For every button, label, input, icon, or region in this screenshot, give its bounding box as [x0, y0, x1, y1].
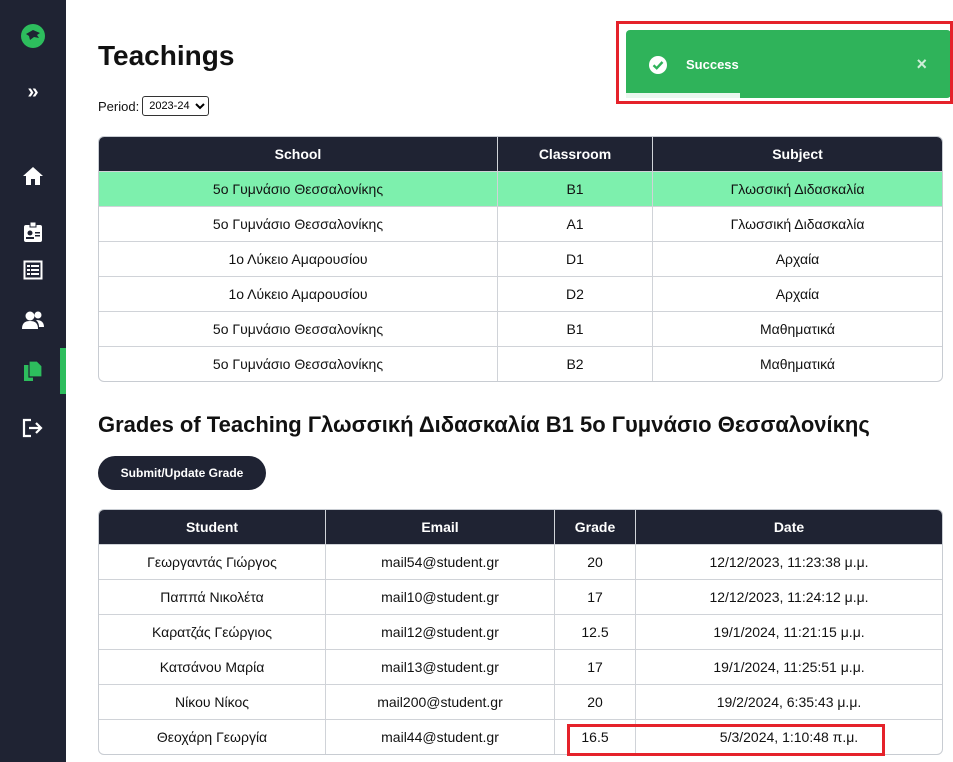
cell-date: 19/1/2024, 11:25:51 μ.μ. [635, 649, 942, 685]
cell-grade: 17 [554, 579, 636, 615]
highlight-box-new-grade [567, 724, 885, 756]
cell-subject: Μαθηματικά [652, 346, 942, 381]
home-icon[interactable] [0, 156, 66, 196]
cell-school: 5ο Γυμνάσιο Θεσσαλονίκης [99, 311, 498, 347]
teachings-table: School Classroom Subject 5ο Γυμνάσιο Θεσ… [98, 136, 943, 382]
table-row[interactable]: Παππά Νικολέτα mail10@student.gr 17 12/1… [99, 579, 942, 615]
cell-school: 1ο Λύκειο Αμαρουσίου [99, 276, 498, 312]
table-header-row: Student Email Grade Date [99, 510, 942, 545]
users-icon[interactable] [0, 300, 66, 340]
main-content: Teachings Period: 2023-24 School Classro… [98, 0, 943, 762]
cell-subject: Αρχαία [652, 241, 942, 277]
table-row[interactable]: Νίκου Νίκος mail200@student.gr 20 19/2/2… [99, 684, 942, 720]
table-row[interactable]: 1ο Λύκειο Αμαρουσίου D1 Αρχαία [99, 241, 942, 277]
cell-subject: Γλωσσική Διδασκαλία [652, 171, 942, 207]
cell-subject: Γλωσσική Διδασκαλία [652, 206, 942, 242]
cell-classroom: D2 [497, 276, 653, 312]
column-header-classroom[interactable]: Classroom [497, 137, 653, 172]
grades-section-title: Grades of Teaching Γλωσσική Διδασκαλία B… [98, 412, 870, 437]
cell-school: 5ο Γυμνάσιο Θεσσαλονίκης [99, 346, 498, 381]
period-select[interactable]: 2023-24 [142, 96, 210, 116]
cell-subject: Μαθηματικά [652, 311, 942, 347]
cell-date: 12/12/2023, 11:24:12 μ.μ. [635, 579, 942, 615]
cell-classroom: D1 [497, 241, 653, 277]
table-row[interactable]: 5ο Γυμνάσιο Θεσσαλονίκης B2 Μαθηματικά [99, 346, 942, 381]
cell-student: Νίκου Νίκος [99, 684, 326, 720]
cell-grade: 20 [554, 684, 636, 720]
highlight-box-toast [616, 21, 953, 104]
cell-grade: 12.5 [554, 614, 636, 650]
list-icon[interactable] [0, 250, 66, 290]
table-row[interactable]: Γεωργαντάς Γιώργος mail54@student.gr 20 … [99, 544, 942, 580]
cell-school: 1ο Λύκειο Αμαρουσίου [99, 241, 498, 277]
column-header-date[interactable]: Date [635, 510, 942, 545]
cell-student: Γεωργαντάς Γιώργος [99, 544, 326, 580]
cell-student: Καρατζάς Γεώργιος [99, 614, 326, 650]
cell-date: 12/12/2023, 11:23:38 μ.μ. [635, 544, 942, 580]
cell-email: mail44@student.gr [325, 719, 555, 754]
column-header-student[interactable]: Student [99, 510, 326, 545]
table-row[interactable]: 5ο Γυμνάσιο Θεσσαλονίκης B1 Μαθηματικά [99, 311, 942, 347]
cell-email: mail200@student.gr [325, 684, 555, 720]
column-header-school[interactable]: School [99, 137, 498, 172]
cell-school: 5ο Γυμνάσιο Θεσσαλονίκης [99, 206, 498, 242]
id-badge-icon[interactable] [0, 212, 66, 252]
cell-grade: 20 [554, 544, 636, 580]
cell-student: Κατσάνου Μαρία [99, 649, 326, 685]
period-selector: Period: 2023-24 [98, 96, 210, 116]
table-row[interactable]: Κατσάνου Μαρία mail13@student.gr 17 19/1… [99, 649, 942, 685]
table-row[interactable]: Καρατζάς Γεώργιος mail12@student.gr 12.5… [99, 614, 942, 650]
cell-school: 5ο Γυμνάσιο Θεσσαλονίκης [99, 171, 498, 207]
cell-email: mail10@student.gr [325, 579, 555, 615]
cell-subject: Αρχαία [652, 276, 942, 312]
cell-date: 19/1/2024, 11:21:15 μ.μ. [635, 614, 942, 650]
column-header-email[interactable]: Email [325, 510, 555, 545]
period-label: Period: [98, 98, 140, 114]
cell-student: Θεοχάρη Γεωργία [99, 719, 326, 754]
page-title: Teachings [98, 40, 235, 71]
cell-date: 19/2/2024, 6:35:43 μ.μ. [635, 684, 942, 720]
sidebar: » [0, 0, 66, 762]
column-header-subject[interactable]: Subject [652, 137, 942, 172]
cell-student: Παππά Νικολέτα [99, 579, 326, 615]
table-header-row: School Classroom Subject [99, 137, 942, 172]
submit-update-grade-button[interactable]: Submit/Update Grade [98, 456, 266, 490]
cell-classroom: B1 [497, 311, 653, 347]
expand-glyph: » [27, 80, 39, 103]
cell-grade: 17 [554, 649, 636, 685]
table-row[interactable]: 1ο Λύκειο Αμαρουσίου D2 Αρχαία [99, 276, 942, 312]
cell-classroom: B2 [497, 346, 653, 381]
cell-classroom: A1 [497, 206, 653, 242]
table-row-selected[interactable]: 5ο Γυμνάσιο Θεσσαλονίκης B1 Γλωσσική Διδ… [99, 171, 942, 207]
cell-email: mail54@student.gr [325, 544, 555, 580]
grades-table: Student Email Grade Date Γεωργαντάς Γιώρ… [98, 509, 943, 755]
copy-icon[interactable] [0, 351, 66, 391]
table-row[interactable]: 5ο Γυμνάσιο Θεσσαλονίκης A1 Γλωσσική Διδ… [99, 206, 942, 242]
logout-icon[interactable] [0, 408, 66, 448]
expand-icon[interactable]: » [0, 72, 66, 112]
cell-email: mail13@student.gr [325, 649, 555, 685]
cell-classroom: B1 [497, 171, 653, 207]
column-header-grade[interactable]: Grade [554, 510, 636, 545]
logo-icon[interactable] [0, 16, 66, 56]
cell-email: mail12@student.gr [325, 614, 555, 650]
